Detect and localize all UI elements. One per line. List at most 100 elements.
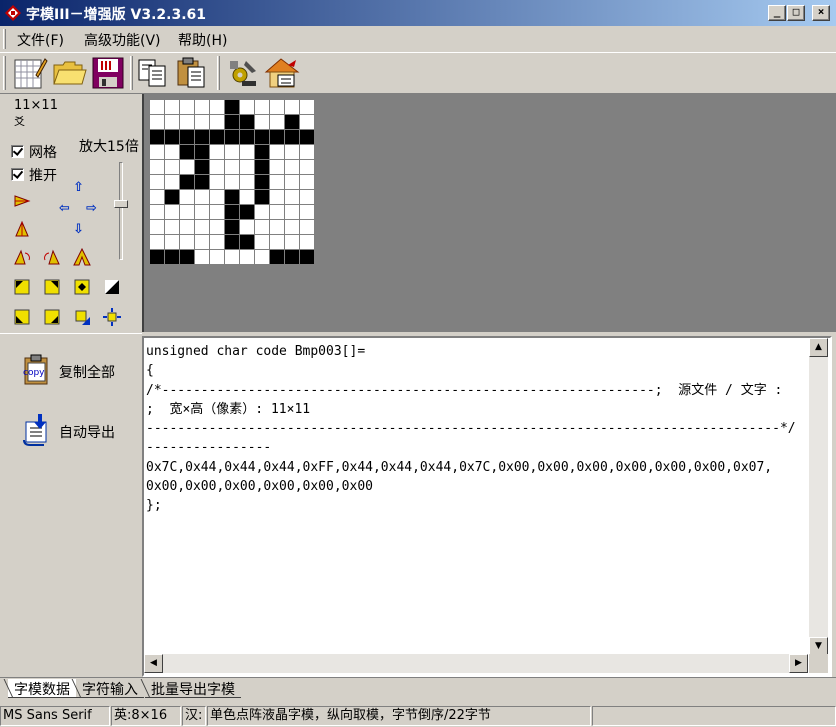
pixel-cell[interactable] <box>210 220 224 234</box>
pixel-cell[interactable] <box>225 130 239 144</box>
pixel-cell[interactable] <box>300 250 314 264</box>
mirror-horizontal-icon[interactable] <box>13 192 31 210</box>
pixel-cell[interactable] <box>270 160 284 174</box>
pixel-cell[interactable] <box>210 145 224 159</box>
pixel-cell[interactable] <box>150 100 164 114</box>
pixel-cell[interactable] <box>210 100 224 114</box>
pixel-cell[interactable] <box>255 205 269 219</box>
pixel-cell[interactable] <box>285 190 299 204</box>
mirror-vertical-icon[interactable] <box>13 220 31 238</box>
maximize-button[interactable]: □ <box>787 5 805 21</box>
pixel-cell[interactable] <box>300 145 314 159</box>
pixel-grid[interactable] <box>149 99 315 265</box>
new-button[interactable] <box>12 55 48 91</box>
pixel-cell[interactable] <box>180 130 194 144</box>
pixel-cell[interactable] <box>270 130 284 144</box>
horizontal-scrollbar[interactable]: ◀ ▶ <box>144 654 808 673</box>
pixel-cell[interactable] <box>195 160 209 174</box>
scroll-up-icon[interactable]: ▲ <box>809 338 828 357</box>
shift-down-icon[interactable]: ⇩ <box>73 223 84 236</box>
pixel-cell[interactable] <box>240 115 254 129</box>
pixel-cell[interactable] <box>165 205 179 219</box>
pixel-cell[interactable] <box>240 190 254 204</box>
code-output-text[interactable]: unsigned char code Bmp003[]= {/*---------… <box>146 342 810 654</box>
copy-button[interactable] <box>135 55 171 91</box>
align-top-left-icon[interactable] <box>13 278 31 296</box>
pixel-cell[interactable] <box>150 175 164 189</box>
pixel-cell[interactable] <box>300 100 314 114</box>
pixel-cell[interactable] <box>225 145 239 159</box>
pixel-cell[interactable] <box>255 145 269 159</box>
pixel-cell[interactable] <box>255 175 269 189</box>
pixel-cell[interactable] <box>180 145 194 159</box>
scroll-left-icon[interactable]: ◀ <box>144 654 163 673</box>
expand-icon[interactable] <box>103 308 121 326</box>
align-bottom-right-icon[interactable] <box>43 308 61 326</box>
pixel-cell[interactable] <box>285 235 299 249</box>
align-top-right-icon[interactable] <box>43 278 61 296</box>
pixel-cell[interactable] <box>225 100 239 114</box>
settings-button[interactable] <box>224 55 260 91</box>
pixel-cell[interactable] <box>195 130 209 144</box>
pixel-cell[interactable] <box>255 115 269 129</box>
pixel-cell[interactable] <box>285 175 299 189</box>
pixel-cell[interactable] <box>180 160 194 174</box>
pixel-cell[interactable] <box>270 175 284 189</box>
pixel-cell[interactable] <box>150 160 164 174</box>
pixel-cell[interactable] <box>285 145 299 159</box>
pixel-cell[interactable] <box>270 205 284 219</box>
pixel-cell[interactable] <box>240 100 254 114</box>
pixel-cell[interactable] <box>300 115 314 129</box>
pixel-cell[interactable] <box>300 220 314 234</box>
scroll-right-icon[interactable]: ▶ <box>789 654 808 673</box>
pixel-cell[interactable] <box>210 250 224 264</box>
pixel-cell[interactable] <box>210 115 224 129</box>
tab-glyph-data[interactable]: 字模数据 <box>8 679 76 698</box>
pixel-cell[interactable] <box>285 250 299 264</box>
pixel-cell[interactable] <box>180 220 194 234</box>
copy-all-button[interactable]: copy 复制全部 <box>22 352 132 388</box>
pixel-cell[interactable] <box>300 190 314 204</box>
pixel-cell[interactable] <box>300 130 314 144</box>
pixel-cell[interactable] <box>255 130 269 144</box>
pixel-cell[interactable] <box>195 115 209 129</box>
pixel-cell[interactable] <box>240 220 254 234</box>
pixel-cell[interactable] <box>270 220 284 234</box>
pixel-cell[interactable] <box>255 220 269 234</box>
pixel-cell[interactable] <box>165 100 179 114</box>
paste-button[interactable] <box>174 55 210 91</box>
pixel-cell[interactable] <box>195 205 209 219</box>
pixel-cell[interactable] <box>150 205 164 219</box>
shift-right-icon[interactable]: ⇨ <box>86 202 97 215</box>
pixel-cell[interactable] <box>255 100 269 114</box>
pixel-cell[interactable] <box>255 250 269 264</box>
pixel-cell[interactable] <box>210 175 224 189</box>
pixel-cell[interactable] <box>285 205 299 219</box>
pixel-cell[interactable] <box>150 250 164 264</box>
zoom-slider-thumb[interactable] <box>114 200 128 208</box>
minimize-button[interactable]: _ <box>768 5 786 21</box>
pixel-cell[interactable] <box>225 205 239 219</box>
shift-up-icon[interactable]: ⇧ <box>73 181 84 194</box>
rotate-right-icon[interactable] <box>43 248 61 266</box>
rotate-left-icon[interactable] <box>13 248 31 266</box>
auto-export-button[interactable]: 自动导出 <box>22 412 132 448</box>
pixel-cell[interactable] <box>195 235 209 249</box>
pixel-cell[interactable] <box>285 130 299 144</box>
pixel-cell[interactable] <box>165 250 179 264</box>
pixel-cell[interactable] <box>270 100 284 114</box>
pixel-cell[interactable] <box>300 235 314 249</box>
pixel-cell[interactable] <box>240 175 254 189</box>
menu-help[interactable]: 帮助(H) <box>178 30 227 50</box>
vertical-scrollbar[interactable]: ▲ ▼ <box>809 338 828 656</box>
pixel-cell[interactable] <box>150 145 164 159</box>
pixel-cell[interactable] <box>225 115 239 129</box>
pixel-cell[interactable] <box>270 145 284 159</box>
pixel-cell[interactable] <box>270 250 284 264</box>
pixel-cell[interactable] <box>195 145 209 159</box>
pixel-cell[interactable] <box>165 175 179 189</box>
pixel-cell[interactable] <box>165 130 179 144</box>
pixel-cell[interactable] <box>225 160 239 174</box>
tab-batch-export[interactable]: 批量导出字模 <box>145 679 241 698</box>
save-button[interactable] <box>90 55 126 91</box>
